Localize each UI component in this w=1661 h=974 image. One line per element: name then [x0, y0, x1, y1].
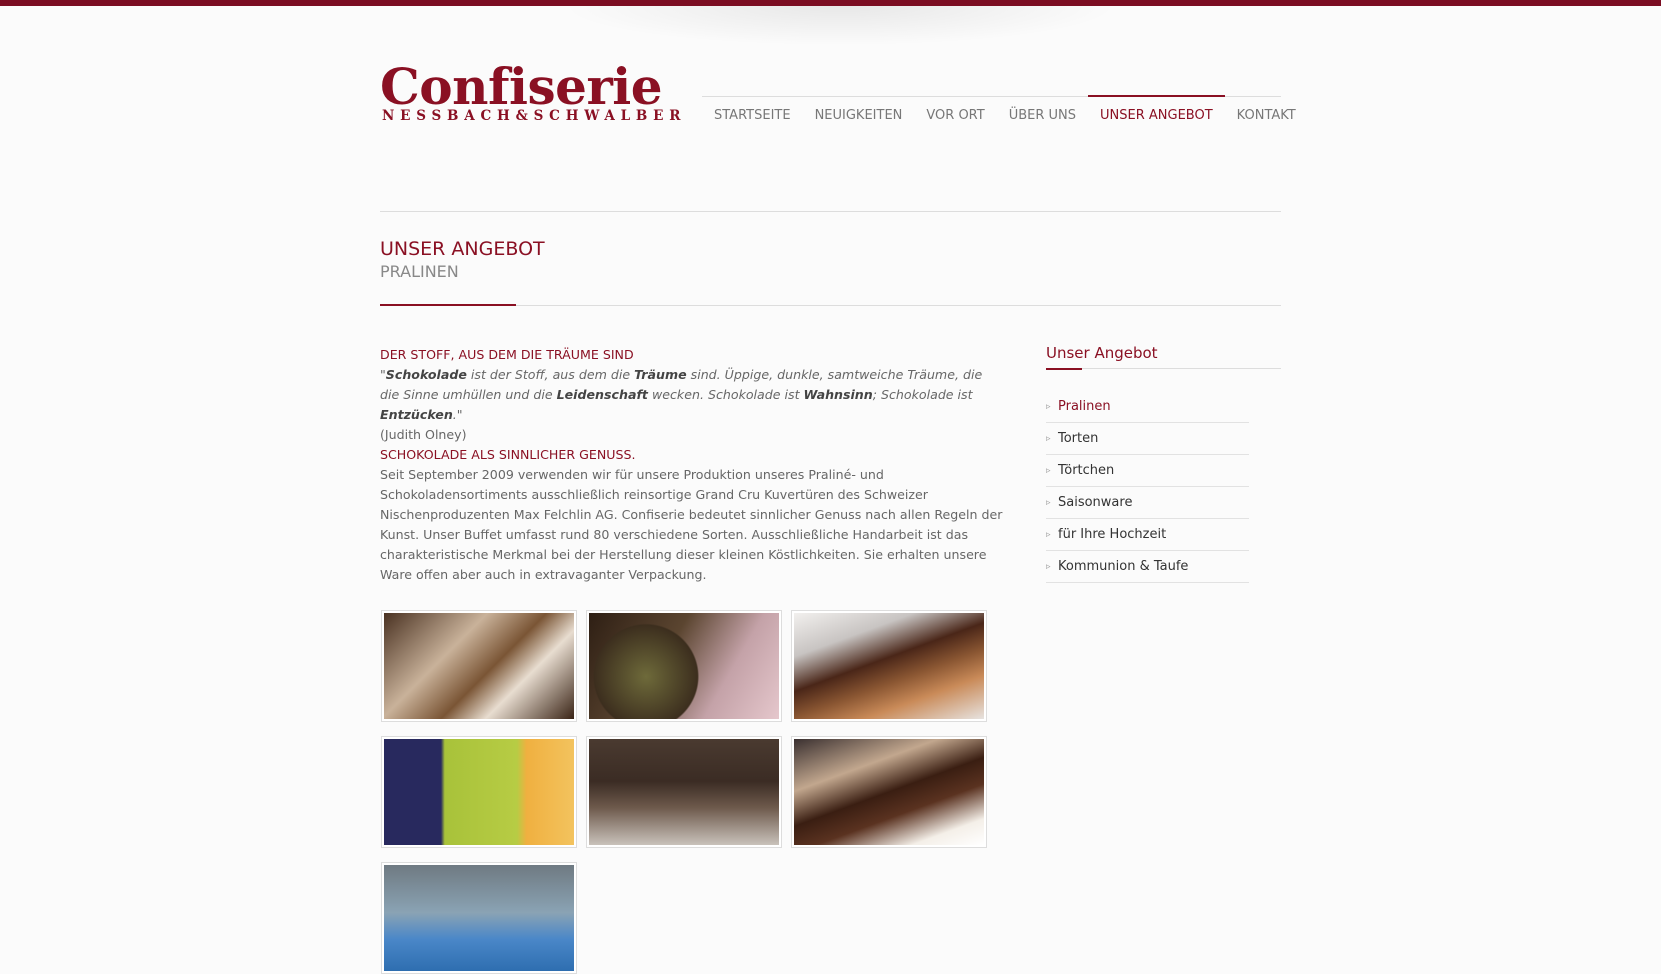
chocolate-squares-photo: [794, 613, 984, 719]
gallery-thumbnail[interactable]: [586, 610, 782, 722]
quote-word-leidenschaft: Leidenschaft: [556, 387, 648, 402]
title-accent-line: [380, 304, 516, 306]
sidebar-item-pralinen[interactable]: ▹ Pralinen: [1046, 391, 1249, 423]
nav-item-startseite[interactable]: STARTSEITE: [702, 96, 803, 130]
sidebar-item-saisonware[interactable]: ▹ Saisonware: [1046, 487, 1249, 519]
gallery-thumbnail[interactable]: [381, 610, 577, 722]
sidebar-title: Unser Angebot: [1046, 344, 1158, 362]
quote-word-schokolade: Schokolade: [385, 367, 467, 382]
gallery-thumbnail[interactable]: [381, 736, 577, 848]
chevron-right-icon: ▹: [1046, 561, 1051, 572]
chevron-right-icon: ▹: [1046, 529, 1051, 540]
chevron-right-icon: ▹: [1046, 465, 1051, 476]
sidebar-item-label: Saisonware: [1058, 495, 1133, 510]
sidebar-item-label: für Ihre Hochzeit: [1058, 527, 1167, 542]
truffle-photo: [589, 613, 779, 719]
quote: "Schokolade ist der Stoff, aus dem die T…: [380, 367, 983, 422]
gallery-thumbnail[interactable]: [791, 736, 987, 848]
chevron-right-icon: ▹: [1046, 497, 1051, 508]
gift-box-photo: [384, 865, 574, 971]
chevron-right-icon: ▹: [1046, 401, 1051, 412]
sidebar-item-label: Kommunion & Taufe: [1058, 559, 1189, 574]
logo[interactable]: Confiserie NESSBACH&SCHWALBER: [380, 58, 680, 128]
chocolate-bars-photo: [794, 739, 984, 845]
gallery-thumbnail[interactable]: [381, 862, 577, 974]
content-heading-dreams: DER STOFF, AUS DEM DIE TRÄUME SIND: [380, 347, 634, 362]
sidebar-item-label: Pralinen: [1058, 399, 1111, 414]
chocolate-packaging-photo: [384, 739, 574, 845]
sidebar-item-hochzeit[interactable]: ▹ für Ihre Hochzeit: [1046, 519, 1249, 551]
content-body: Seit September 2009 verwenden wir für un…: [380, 467, 1003, 582]
praline-photo: [384, 613, 574, 719]
sidebar-list: ▹ Pralinen ▹ Torten ▹ Törtchen ▹ Saisonware …: [1046, 391, 1249, 583]
chocolate-boxes-photo: [589, 739, 779, 845]
header-shadow: [560, 6, 1120, 46]
chevron-right-icon: ▹: [1046, 433, 1051, 444]
quote-word-traeume: Träume: [634, 367, 687, 382]
quote-word-wahnsinn: Wahnsinn: [803, 387, 873, 402]
gallery-thumbnail[interactable]: [586, 736, 782, 848]
nav-item-kontakt[interactable]: KONTAKT: [1225, 96, 1308, 130]
main-nav: STARTSEITE NEUIGKEITEN VOR ORT ÜBER UNS …: [702, 95, 1308, 130]
nav-item-neuigkeiten[interactable]: NEUIGKEITEN: [803, 96, 915, 130]
nav-item-vor-ort[interactable]: VOR ORT: [914, 96, 996, 130]
sidebar-item-toertchen[interactable]: ▹ Törtchen: [1046, 455, 1249, 487]
nav-item-unser-angebot[interactable]: UNSER ANGEBOT: [1088, 95, 1225, 130]
sidebar-item-kommunion-taufe[interactable]: ▹ Kommunion & Taufe: [1046, 551, 1249, 583]
sidebar-divider: [1046, 368, 1281, 370]
sidebar: Unser Angebot ▹ Pralinen ▹ Torten ▹ Törtche…: [1046, 344, 1281, 583]
page-subtitle: PRALINEN: [380, 262, 459, 281]
sidebar-item-torten[interactable]: ▹ Torten: [1046, 423, 1249, 455]
header-divider: [380, 211, 1281, 212]
nav-item-ueber-uns[interactable]: ÜBER UNS: [997, 96, 1088, 130]
gallery-thumbnail[interactable]: [791, 610, 987, 722]
quote-author: (Judith Olney): [380, 427, 467, 442]
main-content: DER STOFF, AUS DEM DIE TRÄUME SIND "Scho…: [380, 345, 1005, 585]
sidebar-item-label: Törtchen: [1058, 463, 1115, 478]
sidebar-item-label: Torten: [1058, 431, 1099, 446]
content-heading-genuss: SCHOKOLADE ALS SINNLICHER GENUSS.: [380, 447, 636, 462]
logo-subtitle: NESSBACH&SCHWALBER: [382, 108, 687, 124]
page-title: UNSER ANGEBOT: [380, 238, 545, 260]
quote-word-entzuecken: Entzücken: [380, 407, 453, 422]
